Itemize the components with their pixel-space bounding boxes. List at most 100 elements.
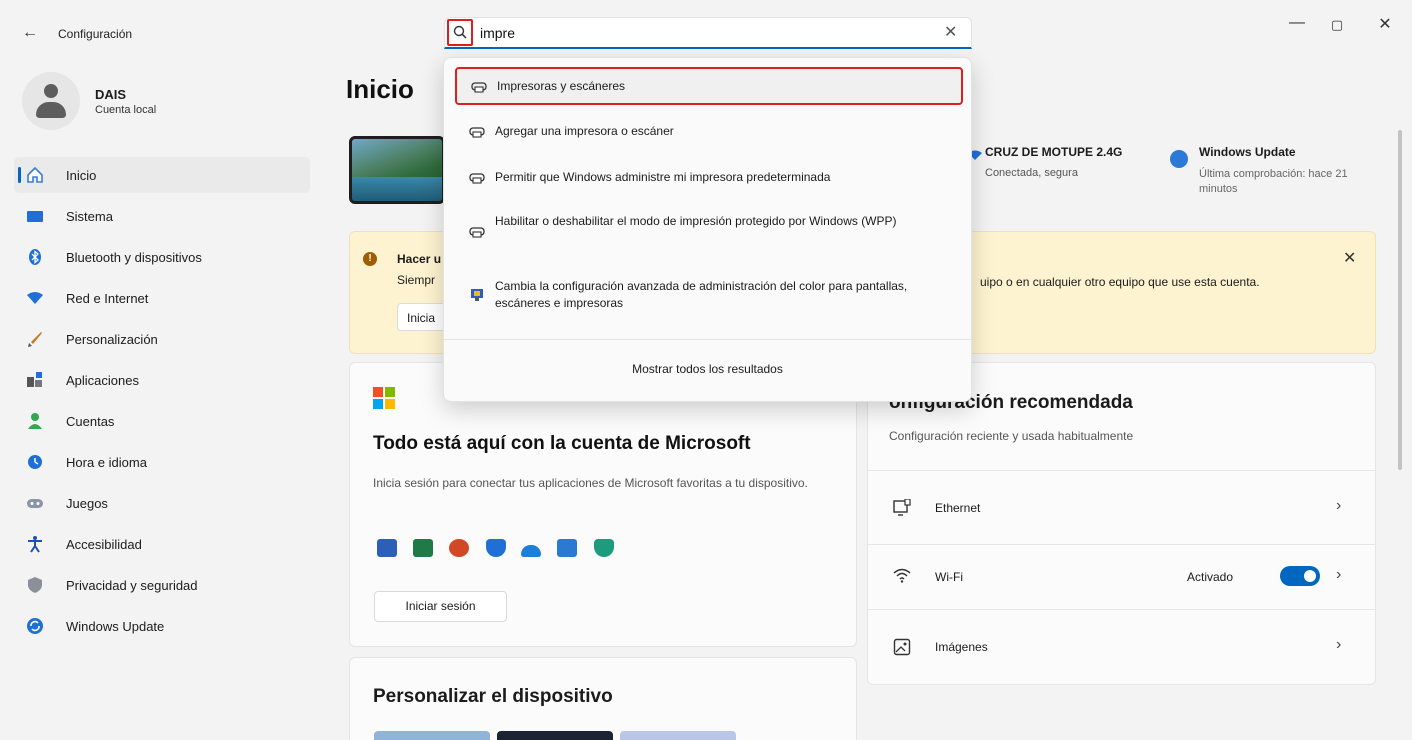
sidebar-item-label: Inicio [66,168,97,183]
banner-title: Hacer u [397,252,442,266]
windows-update-icon [1170,150,1188,168]
gaming-icon [27,499,43,508]
printer-icon [469,173,485,184]
restore-button[interactable]: ▢ [1322,17,1352,33]
chevron-right-icon: › [1336,497,1342,514]
color-management-icon [471,289,483,301]
search-input[interactable] [480,23,920,43]
printer-icon [469,127,485,138]
sidebar-item-label: Privacidad y seguridad [66,578,198,593]
scrollbar[interactable] [1398,130,1402,470]
recommended-label: Imágenes [935,640,988,654]
signin-button[interactable]: Iniciar sesión [374,591,507,622]
sidebar-item-label: Bluetooth y dispositivos [66,250,202,265]
printer-icon [471,82,487,93]
avatar[interactable] [22,72,80,130]
search-result-label: Impresoras y escáneres [497,79,626,93]
search-result-label: Cambia la configuración avanzada de admi… [495,279,908,310]
search-result-item[interactable]: Cambia la configuración avanzada de admi… [455,268,963,322]
accessibility-icon [28,536,42,553]
search-icon[interactable] [447,19,473,46]
chevron-right-icon: › [1336,566,1342,583]
apps-icon [27,372,42,387]
search-result-item[interactable]: Agregar una impresora o escáner [455,113,963,149]
sidebar-item-red[interactable]: Red e Internet [14,280,310,316]
microsoft-logo-icon [373,387,395,409]
sidebar-item-juegos[interactable]: Juegos [14,485,310,521]
sidebar-item-label: Cuentas [66,414,115,429]
banner-close-button[interactable]: ✕ [1343,248,1356,268]
sidebar-item-label: Aplicaciones [66,373,139,388]
account-type: Cuenta local [95,104,157,116]
device-wallpaper-image[interactable] [349,136,445,204]
sidebar-item-cuentas[interactable]: Cuentas [14,403,310,439]
recommended-label: Wi-Fi [935,570,963,584]
network-icon [27,292,43,304]
page-title: Inicio [346,74,414,104]
app-title: Configuración [58,27,133,41]
close-button[interactable]: ✕ [1370,14,1400,34]
wifi-network-status: Conectada, segura [985,167,1078,179]
microsoft-card-description: Inicia sesión para conectar tus aplicaci… [373,476,808,490]
sidebar-item-personalizacion[interactable]: Personalización [14,321,310,357]
wifi-icon [893,568,911,583]
search-result-label: Habilitar o deshabilitar el modo de impr… [495,214,897,228]
search-result-label: Agregar una impresora o escáner [495,124,674,138]
recommended-subtitle: Configuración reciente y usada habitualm… [889,429,1134,443]
outlook-icon [557,539,577,557]
sidebar-item-windows-update[interactable]: Windows Update [14,608,310,644]
banner-text-continued: uipo o en cualquier otro equipo que use … [980,275,1260,289]
sidebar-item-label: Windows Update [66,619,165,634]
time-language-icon [28,455,42,469]
sidebar-item-bluetooth[interactable]: Bluetooth y dispositivos [14,239,310,275]
excel-icon [413,539,433,557]
sidebar-item-label: Hora e idioma [66,455,147,470]
sidebar-item-label: Sistema [66,209,113,224]
wifi-toggle[interactable] [1280,566,1320,586]
ethernet-icon [893,499,911,516]
powerpoint-icon [449,539,469,557]
windows-update-icon [27,618,43,634]
sidebar-item-label: Accesibilidad [66,537,142,552]
search-result-item[interactable]: Permitir que Windows administre mi impre… [455,158,963,196]
sidebar-item-sistema[interactable]: Sistema [14,198,310,234]
wifi-network-name[interactable]: CRUZ DE MOTUPE 2.4G [985,145,1122,159]
printer-icon [469,227,485,238]
user-name: DAIS [95,87,127,102]
sidebar-item-inicio[interactable]: Inicio [14,157,310,193]
onedrive-icon [521,545,541,557]
home-icon [27,166,43,183]
sidebar-item-label: Red e Internet [66,291,149,306]
divider [444,339,971,340]
personalize-title: Personalizar el dispositivo [373,686,613,707]
bluetooth-icon [29,249,41,265]
theme-thumbnail[interactable] [374,731,490,740]
brush-icon [28,332,42,347]
word-icon [377,539,397,557]
theme-thumbnail[interactable] [497,731,613,740]
accounts-icon [28,413,42,429]
banner-text: Siempr [397,273,436,287]
sidebar-item-hora[interactable]: Hora e idioma [14,444,310,480]
shield-icon [28,577,42,593]
sidebar-item-aplicaciones[interactable]: Aplicaciones [14,362,310,398]
warning-icon: ! [363,252,377,266]
system-icon [27,211,43,222]
theme-thumbnail[interactable] [620,731,736,740]
sidebar-item-accesibilidad[interactable]: Accesibilidad [14,526,310,562]
sidebar-item-label: Juegos [66,496,108,511]
minimize-button[interactable]: — [1282,14,1312,32]
windows-update-subtitle: Última comprobación: hace 21 minutos [1199,168,1348,195]
search-result-label: Permitir que Windows administre mi impre… [495,170,831,184]
recommended-label: Ethernet [935,501,981,515]
search-result-item[interactable]: Habilitar o deshabilitar el modo de impr… [455,205,963,257]
search-result-item[interactable]: Impresoras y escáneres [455,67,963,105]
show-all-results-link[interactable]: Mostrar todos los resultados [443,362,972,376]
clear-search-button[interactable]: ✕ [944,22,957,42]
microsoft-card-title: Todo está aquí con la cuenta de Microsof… [373,433,751,454]
back-button[interactable]: ← [22,24,38,42]
sidebar-item-label: Personalización [66,332,158,347]
chevron-right-icon: › [1336,636,1342,653]
windows-update-title[interactable]: Windows Update [1199,145,1296,159]
sidebar-item-privacidad[interactable]: Privacidad y seguridad [14,567,310,603]
